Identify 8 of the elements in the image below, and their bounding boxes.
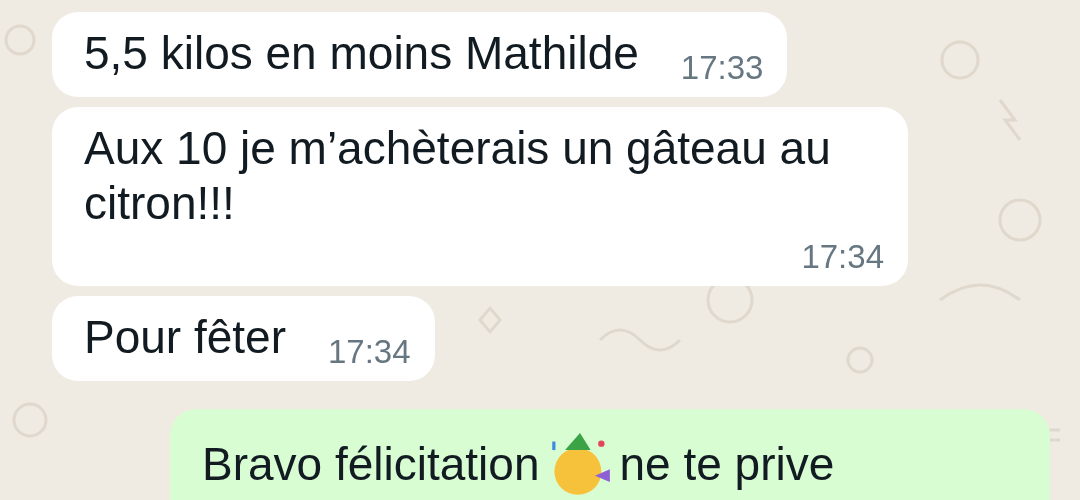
message-time: 17:33 (680, 49, 764, 88)
message-time: 17:34 (328, 332, 411, 371)
message-time: 17:34 (801, 237, 884, 276)
message-text: ne te prive (619, 437, 835, 493)
message-text: Pour fêter (84, 309, 286, 365)
message-text: Aux 10 je m’achèterais un gâteau au citron!!! (84, 121, 832, 232)
message-text: 5,5 kilos en moins Mathilde (84, 26, 639, 81)
message-text: Bravo félicitation (202, 437, 540, 493)
